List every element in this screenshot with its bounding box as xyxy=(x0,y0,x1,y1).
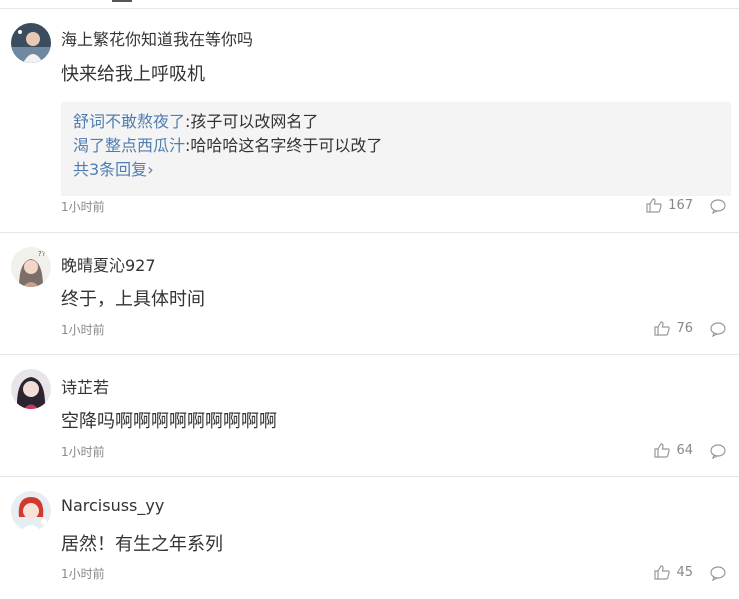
like-button[interactable]: 45 xyxy=(654,565,693,580)
comment-time: 1小时前 xyxy=(61,445,105,459)
comment-item: 诗芷若 空降吗啊啊啊啊啊啊啊啊啊 1小时前 64 xyxy=(0,355,739,477)
top-divider xyxy=(0,8,739,9)
replies-box: 舒词不敢熬夜了:孩子可以改网名了 渴了整点西瓜汁:哈哈哈这名字终于可以改了 共3… xyxy=(61,102,731,196)
comment-item: ?? 晚晴夏沁927 终于，上具体时间 1小时前 76 xyxy=(0,233,739,355)
comment-text: 快来给我上呼吸机 xyxy=(61,64,205,85)
like-count: 64 xyxy=(676,443,693,458)
like-count: 45 xyxy=(676,565,693,580)
speech-bubble-icon xyxy=(710,199,726,214)
comment-item: Narcisuss_yy 居然！有生之年系列 1小时前 45 xyxy=(0,477,739,599)
reply-item: 舒词不敢熬夜了:孩子可以改网名了 xyxy=(73,110,719,134)
comment-username[interactable]: Narcisuss_yy xyxy=(61,496,164,515)
like-count: 76 xyxy=(676,321,693,336)
reply-button[interactable] xyxy=(710,566,726,581)
comment-time: 1小时前 xyxy=(61,323,105,337)
more-replies-label: 共3条回复 xyxy=(73,160,148,179)
more-replies-link[interactable]: 共3条回复› xyxy=(73,158,719,182)
reply-item: 渴了整点西瓜汁:哈哈哈这名字终于可以改了 xyxy=(73,134,719,158)
thumbs-up-icon xyxy=(654,443,671,458)
reply-username[interactable]: 舒词不敢熬夜了 xyxy=(73,112,185,131)
comment-text: 终于，上具体时间 xyxy=(61,289,205,310)
comment-time: 1小时前 xyxy=(61,200,105,214)
avatar[interactable] xyxy=(11,491,51,531)
like-button[interactable]: 167 xyxy=(646,198,693,213)
like-button[interactable]: 64 xyxy=(654,443,693,458)
reply-button[interactable] xyxy=(710,199,726,214)
comment-time: 1小时前 xyxy=(61,567,105,581)
thumbs-up-icon xyxy=(646,198,662,213)
comment-username[interactable]: 海上繁花你知道我在等你吗 xyxy=(61,26,253,50)
like-count: 167 xyxy=(668,198,693,213)
reply-username[interactable]: 渴了整点西瓜汁 xyxy=(73,136,185,155)
reply-text: 哈哈哈这名字终于可以改了 xyxy=(190,136,383,155)
speech-bubble-icon xyxy=(710,444,726,459)
comment-username[interactable]: 诗芷若 xyxy=(61,374,109,398)
comment-username[interactable]: 晚晴夏沁927 xyxy=(61,252,156,276)
svg-text:??: ?? xyxy=(38,250,46,258)
comment-text: 空降吗啊啊啊啊啊啊啊啊啊 xyxy=(61,411,277,432)
reply-button[interactable] xyxy=(710,444,726,459)
reply-button[interactable] xyxy=(710,322,726,337)
thumbs-up-icon xyxy=(654,565,671,580)
avatar[interactable] xyxy=(11,23,51,63)
comment-text: 居然！有生之年系列 xyxy=(61,534,223,555)
speech-bubble-icon xyxy=(710,322,726,337)
avatar[interactable]: ?? xyxy=(11,247,51,287)
comment-item: 海上繁花你知道我在等你吗 快来给我上呼吸机 舒词不敢熬夜了:孩子可以改网名了 渴… xyxy=(0,10,739,233)
active-tab-indicator xyxy=(112,0,132,2)
reply-text: 孩子可以改网名了 xyxy=(190,112,319,131)
speech-bubble-icon xyxy=(710,566,726,581)
like-button[interactable]: 76 xyxy=(654,321,693,336)
thumbs-up-icon xyxy=(654,321,671,336)
chevron-right-icon: › xyxy=(147,160,154,179)
avatar[interactable] xyxy=(11,369,51,409)
